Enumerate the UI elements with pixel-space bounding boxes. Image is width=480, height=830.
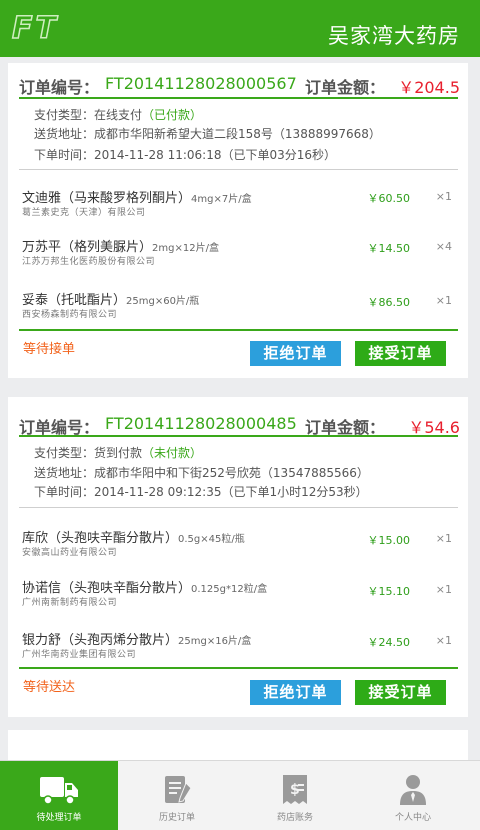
item-quantity: ×4 bbox=[435, 240, 452, 253]
accept-order-button[interactable]: 接受订单 bbox=[355, 680, 446, 705]
reject-order-button[interactable]: 拒绝订单 bbox=[250, 341, 341, 366]
pay-status: （已付款） bbox=[142, 108, 203, 122]
order-number: FT20141128028000567 bbox=[105, 74, 297, 93]
store-name: 吴家湾大药房 bbox=[328, 24, 460, 48]
order-card bbox=[8, 730, 468, 760]
item-manufacturer: 江苏万邦生化医药股份有限公司 bbox=[22, 257, 156, 267]
item-price: ￥86.50 bbox=[367, 296, 411, 309]
item-price: ￥15.00 bbox=[367, 534, 411, 547]
item-price: ￥14.50 bbox=[367, 242, 411, 255]
pay-type: 货到付款 bbox=[94, 446, 143, 460]
item-quantity: ×1 bbox=[435, 532, 452, 545]
tab-label: 待处理订单 bbox=[36, 813, 82, 823]
item-manufacturer: 广州南新制药有限公司 bbox=[22, 598, 118, 608]
item-quantity: ×1 bbox=[435, 294, 452, 307]
order-amount-label: 订单金额： bbox=[304, 78, 385, 97]
item-manufacturer: 葛兰素史克（天津）有限公司 bbox=[22, 208, 146, 218]
tab-history-orders[interactable]: 历史订单 bbox=[118, 761, 236, 830]
item-quantity: ×1 bbox=[435, 583, 452, 596]
pay-status: （未付款） bbox=[142, 446, 203, 460]
pay-type-label: 支付类型： bbox=[34, 446, 95, 460]
order-time-row: 下单时间：2014-11-28 11:06:18（已下单03分16秒） bbox=[34, 146, 336, 163]
order-card: 订单编号： FT20141128028000567 订单金额： ￥204.5 支… bbox=[8, 63, 468, 378]
order-time-label: 下单时间： bbox=[34, 148, 95, 162]
tab-personal-center[interactable]: 个人中心 bbox=[354, 761, 472, 830]
tab-pending-orders[interactable]: 待处理订单 bbox=[0, 761, 118, 830]
order-time: 2014-11-28 09:12:35（已下单1小时12分53秒） bbox=[94, 485, 368, 499]
divider bbox=[19, 97, 458, 99]
divider bbox=[19, 329, 458, 331]
item-spec: 2mg×12片/盒 bbox=[152, 243, 219, 254]
order-number-label: 订单编号： bbox=[19, 78, 100, 97]
item-name: 文迪雅（马来酸罗格列酮片）4mg×7片/盒 bbox=[22, 191, 252, 206]
address-label: 送货地址： bbox=[34, 127, 95, 141]
order-status: 等待接单 bbox=[23, 342, 76, 357]
reject-order-button[interactable]: 拒绝订单 bbox=[250, 680, 341, 705]
pay-type: 在线支付 bbox=[94, 108, 143, 122]
item-name: 万苏平（格列美脲片）2mg×12片/盒 bbox=[22, 240, 219, 255]
divider bbox=[19, 169, 458, 170]
item-spec: 4mg×7片/盒 bbox=[191, 194, 252, 205]
order-time-row: 下单时间：2014-11-28 09:12:35（已下单1小时12分53秒） bbox=[34, 483, 368, 500]
order-status: 等待送达 bbox=[23, 680, 76, 695]
item-price: ￥15.10 bbox=[367, 585, 411, 598]
address-row: 送货地址：成都市华阳新希望大道二段158号（13888997668） bbox=[34, 125, 381, 142]
item-spec: 25mg×16片/盒 bbox=[178, 636, 252, 647]
order-amount: ￥204.5 bbox=[398, 78, 460, 97]
app-logo: FT bbox=[11, 10, 59, 47]
order-header: 订单编号： FT20141128028000485 订单金额： ￥54.6 bbox=[19, 414, 460, 437]
item-manufacturer: 西安杨森制药有限公司 bbox=[22, 310, 118, 320]
order-card: 订单编号： FT20141128028000485 订单金额： ￥54.6 支付… bbox=[8, 397, 468, 717]
pay-type-label: 支付类型： bbox=[34, 108, 95, 122]
tab-label: 历史订单 bbox=[158, 813, 195, 823]
tab-store-accounts[interactable]: $ 药店账务 bbox=[236, 761, 354, 830]
app-header: FT 吴家湾大药房 bbox=[0, 0, 480, 57]
history-icon bbox=[165, 776, 192, 803]
user-icon bbox=[400, 775, 426, 805]
divider bbox=[19, 507, 458, 508]
address-label: 送货地址： bbox=[34, 466, 95, 480]
item-manufacturer: 广州华南药业集团有限公司 bbox=[22, 650, 137, 660]
pay-type-row: 支付类型：在线支付（已付款） bbox=[34, 106, 202, 123]
divider bbox=[19, 667, 458, 669]
delivery-address: 成都市华阳中和下街252号欣苑（13547885566） bbox=[94, 466, 369, 480]
order-header: 订单编号： FT20141128028000567 订单金额： ￥204.5 bbox=[19, 74, 460, 97]
item-spec: 0.5g×45粒/瓶 bbox=[178, 534, 245, 545]
truck-icon bbox=[40, 777, 78, 805]
item-quantity: ×1 bbox=[435, 634, 452, 647]
item-manufacturer: 安徽高山药业有限公司 bbox=[22, 548, 118, 558]
bottom-tab-bar: 待处理订单 历史订单 $ 药店账务 个人中心 bbox=[0, 760, 480, 830]
item-price: ￥60.50 bbox=[367, 192, 411, 205]
item-spec: 0.125g*12粒/盒 bbox=[191, 584, 268, 595]
tab-label: 个人中心 bbox=[394, 813, 431, 823]
item-quantity: ×1 bbox=[435, 190, 452, 203]
pay-type-row: 支付类型：货到付款（未付款） bbox=[34, 444, 202, 461]
order-time-label: 下单时间： bbox=[34, 485, 95, 499]
item-spec: 25mg×60片/瓶 bbox=[126, 296, 200, 307]
item-name: 协诺信（头孢呋辛酯分散片）0.125g*12粒/盒 bbox=[22, 581, 268, 596]
accept-order-button[interactable]: 接受订单 bbox=[355, 341, 446, 366]
order-number: FT20141128028000485 bbox=[105, 414, 297, 433]
item-name: 妥泰（托吡酯片）25mg×60片/瓶 bbox=[22, 293, 200, 308]
bill-icon: $ bbox=[283, 775, 307, 804]
item-price: ￥24.50 bbox=[367, 636, 411, 649]
item-name: 库欣（头孢呋辛酯分散片）0.5g×45粒/瓶 bbox=[22, 531, 245, 546]
tab-label: 药店账务 bbox=[276, 813, 313, 823]
address-row: 送货地址：成都市华阳中和下街252号欣苑（13547885566） bbox=[34, 464, 369, 481]
divider bbox=[19, 435, 458, 437]
delivery-address: 成都市华阳新希望大道二段158号（13888997668） bbox=[94, 127, 381, 141]
order-time: 2014-11-28 11:06:18（已下单03分16秒） bbox=[94, 148, 337, 162]
item-name: 银力舒（头孢丙烯分散片）25mg×16片/盒 bbox=[22, 633, 252, 648]
